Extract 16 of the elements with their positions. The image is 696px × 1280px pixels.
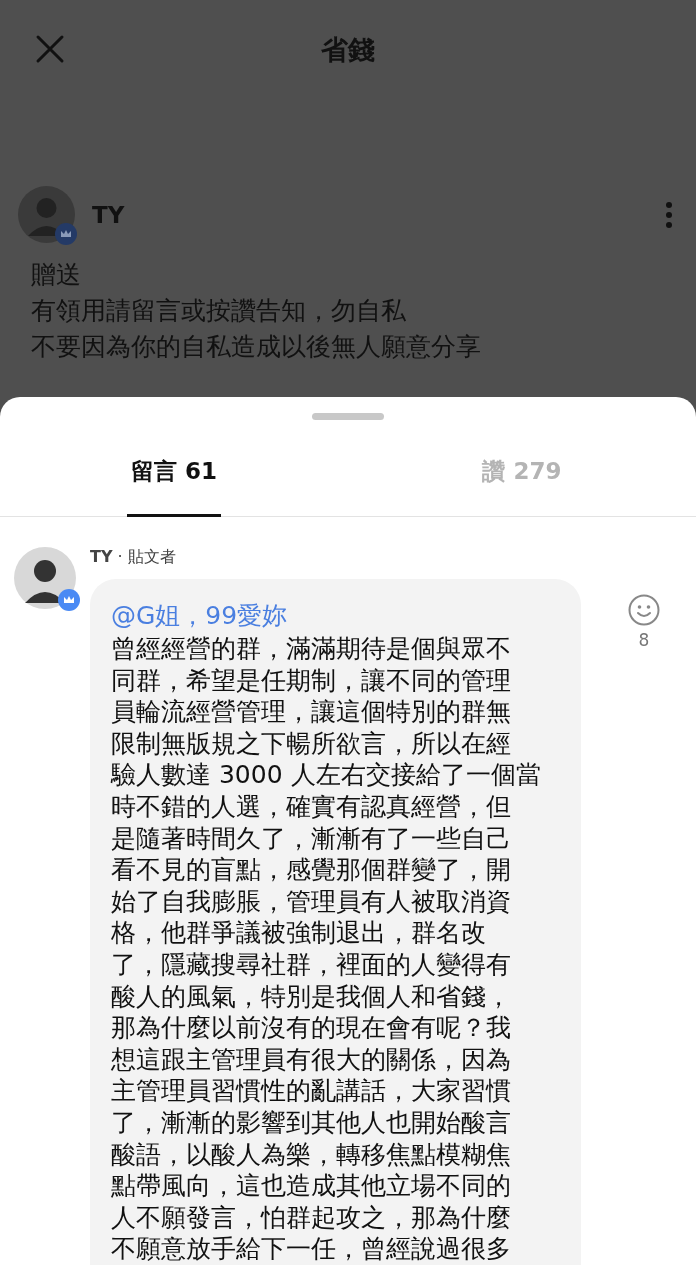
post-author[interactable]: TY [92,201,666,228]
page-title: 省錢 [321,33,375,67]
more-options-icon[interactable] [666,201,672,228]
comment-author: TY · 貼文者 [90,547,177,568]
reaction-count: 8 [638,630,650,650]
comment-text: 曾經經營的群，滿滿期待是個與眾不 同群，希望是任期制，讓不同的管理 員輪流經營管理，讓這個特別的群無 限制無版規之下暢所欲言，所以在經 驗人數達 3000 人左右交接給了一個當 時不錯的人選，確實有認真經營，但 是隨著時間久了，漸漸有了一些自己 看不見的盲點，感覺那個群變了，開 始了自我膨脹，管理員有人被取消資 格，他群爭議被強制退出，群名改 了，隱藏搜尋社群，裡面的人變得有 酸人的風氣，特別是我個人和省錢， 那為什麼以前沒有的現在會有呢？我 想這跟主管理員有很大的關係，因為 主管理員習慣性的亂講話，大家習慣 了，漸漸的影響到其他人也開始酸言 酸語，以酸人為樂，轉移焦點模糊焦 點帶風向，這也造成其他立場不同的 人不願發言，怕群起攻之，那為什麼 不願意放手給下一任，曾經說過很多 [111,633,541,1265]
crown-badge-icon [55,223,77,245]
crown-badge-icon [58,589,80,611]
sheet-handle[interactable] [312,413,384,420]
mention-link[interactable]: @G姐，99愛妳 [111,601,288,631]
smiley-icon[interactable] [628,594,660,626]
post-text: 贈送 有領用請留言或按讚告知，勿自私 不要因為你的自私造成以後無人願意分享 [31,259,482,363]
tab[interactable]: 留言 61 [127,436,221,517]
avatar-icon [14,547,76,609]
tab[interactable]: 讚 279 [475,436,569,517]
close-icon[interactable] [35,34,65,64]
